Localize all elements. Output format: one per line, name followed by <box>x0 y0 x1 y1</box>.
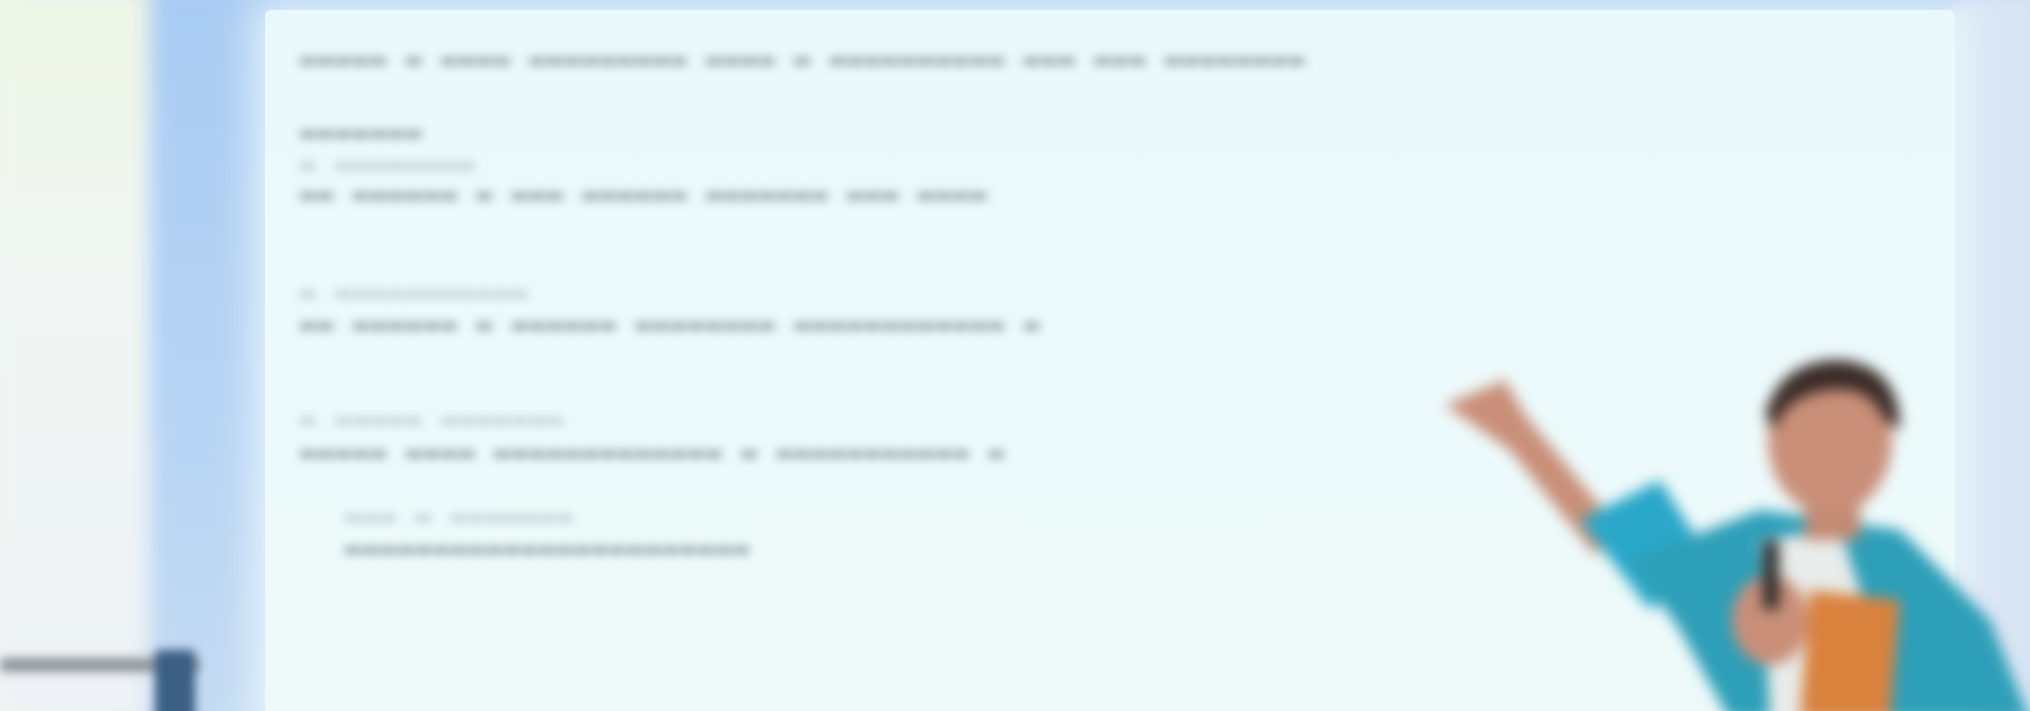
presenter-figure <box>1430 360 2030 711</box>
code-line: ▬ ▬▬▬▬▬ ▬▬▬▬▬▬▬ <box>300 405 565 435</box>
code-line: ▬▬▬▬▬ ▬▬▬▬ ▬▬▬▬▬▬▬▬▬▬▬▬▬ ▬ ▬▬▬▬▬▬▬▬▬▬▬ ▬ <box>300 438 1007 468</box>
code-line: ▬▬▬ ▬ ▬▬▬▬▬▬▬ <box>345 502 575 532</box>
code-line: ▬▬ ▬▬▬▬▬▬ ▬ ▬▬▬ ▬▬▬▬▬▬ ▬▬▬▬▬▬▬ ▬▬▬ ▬▬▬▬ <box>300 180 989 210</box>
code-line: ▬▬▬▬▬▬▬ <box>300 118 424 148</box>
code-line: ▬ ▬▬▬▬▬▬▬▬ <box>300 150 477 180</box>
code-line: ▬▬▬▬▬▬▬▬▬▬▬▬▬▬▬▬▬▬▬▬▬▬▬ <box>345 534 752 564</box>
presenter-silhouette <box>1445 360 2027 711</box>
code-line: ▬▬▬▬▬ ▬ ▬▬▬▬ ▬▬▬▬▬▬▬▬▬ ▬▬▬▬ ▬ ▬▬▬▬▬▬▬▬▬▬… <box>300 45 1307 75</box>
microphone-stand <box>0 650 210 711</box>
code-line: ▬▬ ▬▬▬▬▬▬ ▬ ▬▬▬▬▬▬ ▬▬▬▬▬▬▬▬ ▬▬▬▬▬▬▬▬▬▬▬▬… <box>300 310 1042 340</box>
left-wall <box>0 0 160 711</box>
photo-scene: ▬▬▬▬▬ ▬ ▬▬▬▬ ▬▬▬▬▬▬▬▬▬ ▬▬▬▬ ▬ ▬▬▬▬▬▬▬▬▬▬… <box>0 0 2030 711</box>
code-line: ▬ ▬▬▬▬▬▬▬▬▬▬▬ <box>300 278 530 308</box>
